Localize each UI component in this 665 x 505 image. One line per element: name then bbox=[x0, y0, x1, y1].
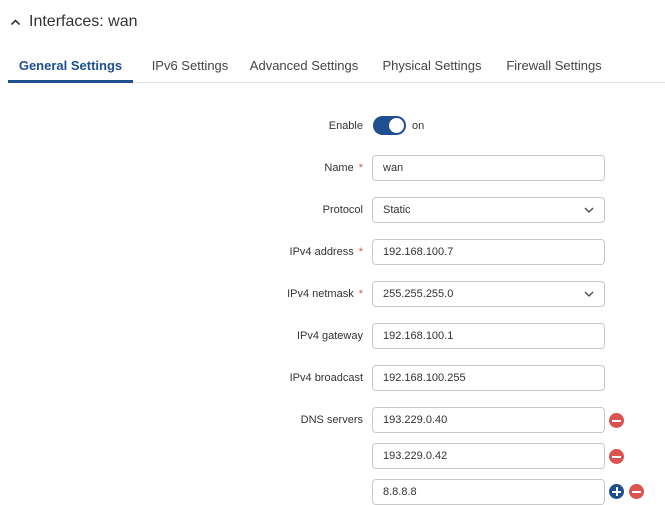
tab-ipv6-settings[interactable]: IPv6 Settings bbox=[146, 50, 234, 82]
enable-state-text: on bbox=[412, 120, 425, 132]
remove-dns-button[interactable] bbox=[629, 484, 644, 499]
section-header: Interfaces: wan bbox=[10, 11, 138, 33]
name-label: Name * bbox=[324, 162, 363, 174]
ipv4-gateway-row: IPv4 gateway 192.168.100.1 bbox=[0, 323, 665, 349]
required-mark: * bbox=[358, 246, 363, 258]
enable-label: Enable bbox=[328, 120, 363, 132]
tab-general-settings[interactable]: General Settings bbox=[8, 50, 133, 83]
minus-icon bbox=[612, 455, 621, 458]
protocol-select[interactable]: Static bbox=[372, 197, 605, 223]
remove-dns-button[interactable] bbox=[609, 449, 624, 464]
ipv4-address-label: IPv4 address * bbox=[289, 246, 363, 258]
ipv4-netmask-select[interactable]: 255.255.255.0 bbox=[372, 281, 605, 307]
minus-icon bbox=[632, 490, 641, 493]
remove-dns-button[interactable] bbox=[609, 413, 624, 428]
enable-row: Enable on bbox=[0, 113, 665, 139]
chevron-down-icon bbox=[584, 207, 594, 213]
enable-toggle[interactable] bbox=[373, 116, 406, 135]
protocol-row: Protocol Static bbox=[0, 197, 665, 223]
dns-servers-row: DNS servers 193.229.0.40 bbox=[0, 407, 665, 433]
ipv4-gateway-input[interactable]: 192.168.100.1 bbox=[372, 323, 605, 349]
ipv4-netmask-label: IPv4 netmask * bbox=[287, 288, 363, 300]
chevron-up-icon[interactable] bbox=[10, 17, 21, 28]
tab-advanced-settings[interactable]: Advanced Settings bbox=[248, 50, 360, 82]
minus-icon bbox=[612, 419, 621, 422]
ipv4-netmask-row: IPv4 netmask * 255.255.255.0 bbox=[0, 281, 665, 307]
dns-server-input[interactable]: 8.8.8.8 bbox=[372, 479, 605, 505]
ipv4-gateway-label: IPv4 gateway bbox=[296, 330, 363, 342]
chevron-down-icon bbox=[584, 291, 594, 297]
protocol-value: Static bbox=[383, 204, 411, 216]
dns-server-row-3: 8.8.8.8 bbox=[0, 479, 665, 505]
page-title: Interfaces: wan bbox=[29, 13, 138, 30]
dns-servers-label: DNS servers bbox=[300, 414, 363, 426]
dns-server-input[interactable]: 193.229.0.40 bbox=[372, 407, 605, 433]
plus-icon-vertical bbox=[615, 487, 618, 496]
ipv4-address-row: IPv4 address * 192.168.100.7 bbox=[0, 239, 665, 265]
dns-server-input[interactable]: 193.229.0.42 bbox=[372, 443, 605, 469]
tab-bar: General Settings IPv6 Settings Advanced … bbox=[8, 50, 665, 83]
ipv4-broadcast-input[interactable]: 192.168.100.255 bbox=[372, 365, 605, 391]
ipv4-broadcast-label: IPv4 broadcast bbox=[289, 372, 363, 384]
ipv4-netmask-value: 255.255.255.0 bbox=[383, 288, 454, 300]
tab-physical-settings[interactable]: Physical Settings bbox=[380, 50, 484, 82]
ipv4-address-input[interactable]: 192.168.100.7 bbox=[372, 239, 605, 265]
add-dns-button[interactable] bbox=[609, 484, 624, 499]
required-mark: * bbox=[358, 288, 363, 300]
name-input[interactable]: wan bbox=[372, 155, 605, 181]
name-row: Name * wan bbox=[0, 155, 665, 181]
ipv4-broadcast-row: IPv4 broadcast 192.168.100.255 bbox=[0, 365, 665, 391]
tab-firewall-settings[interactable]: Firewall Settings bbox=[506, 50, 602, 82]
toggle-knob bbox=[389, 118, 404, 133]
required-mark: * bbox=[358, 162, 363, 174]
dns-server-row-2: 193.229.0.42 bbox=[0, 443, 665, 469]
protocol-label: Protocol bbox=[322, 204, 363, 216]
